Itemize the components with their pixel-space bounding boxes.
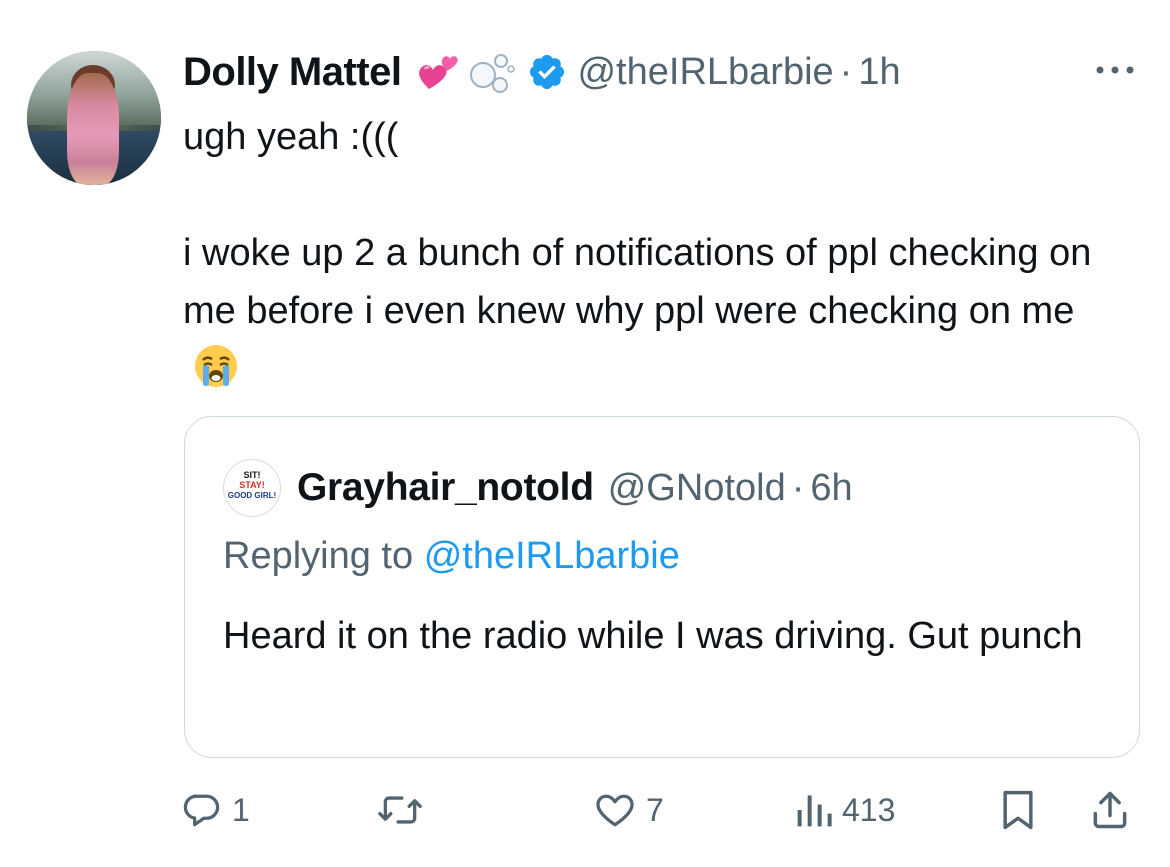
replying-to-prefix: Replying to [223, 535, 414, 577]
quoted-tweet-card[interactable]: SIT! STAY! GOOD GIRL! Grayhair_notold @G… [184, 416, 1140, 758]
quoted-author-display-name[interactable]: Grayhair_notold [297, 466, 594, 510]
loudly-crying-face-emoji-icon [193, 343, 239, 389]
heart-icon [596, 794, 634, 827]
author-avatar[interactable] [27, 51, 161, 185]
retweet-icon [378, 796, 422, 824]
quoted-author-avatar[interactable]: SIT! STAY! GOOD GIRL! [223, 459, 281, 517]
quoted-author-handle[interactable]: @GNotold [608, 467, 786, 510]
verified-badge-icon[interactable] [527, 52, 567, 92]
quoted-tweet-text: Heard it on the radio while I was drivin… [223, 615, 1083, 657]
quoted-replying-to: Replying to @theIRLbarbie [223, 535, 680, 578]
tweet-action-bar: 1 7 413 [180, 780, 1140, 840]
bookmark-button[interactable] [998, 780, 1038, 840]
like-count: 7 [646, 791, 664, 828]
quoted-tweet-header: Grayhair_notold @GNotold · 6h [297, 459, 853, 517]
reply-icon [183, 794, 220, 827]
bookmark-icon [1003, 790, 1033, 830]
reply-button[interactable]: 1 [180, 780, 250, 840]
views-count: 413 [842, 791, 896, 828]
retweet-button[interactable] [376, 780, 432, 840]
like-button[interactable]: 7 [592, 780, 664, 840]
bubbles-emoji-icon [467, 49, 517, 95]
tweet-text-paragraph-2: i woke up 2 a bunch of notifications of … [183, 224, 1103, 398]
tweet-text-line-2: i woke up 2 a bunch of notifications of … [183, 232, 1092, 332]
replying-to-mention-link[interactable]: @theIRLbarbie [424, 535, 680, 577]
quoted-avatar-line-1: SIT! [244, 470, 261, 480]
quoted-header-separator: · [791, 466, 805, 509]
tweet-header: Dolly Mattel @theIRLbarbie · 1h [183, 44, 901, 100]
more-options-button[interactable] [1090, 52, 1140, 88]
tweet-text-line-1: ugh yeah :((( [183, 116, 399, 158]
share-button[interactable] [1088, 780, 1132, 840]
quoted-avatar-line-2: STAY! [239, 480, 265, 490]
reply-count: 1 [232, 791, 250, 828]
tweet-time[interactable]: 1h [858, 51, 900, 94]
author-handle[interactable]: @theIRLbarbie [577, 51, 833, 94]
avatar-figure [67, 73, 119, 185]
quoted-avatar-line-3: GOOD GIRL! [228, 491, 276, 500]
more-dots-icon [1096, 66, 1134, 74]
quoted-tweet-time[interactable]: 6h [810, 467, 852, 510]
views-bar-chart-icon [797, 795, 832, 827]
tweet-text-spacer [183, 166, 1103, 224]
share-icon [1093, 791, 1127, 829]
tweet-text: ugh yeah :((( i woke up 2 a bunch of not… [183, 108, 1103, 398]
tweet[interactable]: Dolly Mattel @theIRLbarbie · 1h ugh yeah… [0, 0, 1170, 867]
author-display-name[interactable]: Dolly Mattel [183, 50, 402, 95]
views-button[interactable]: 413 [794, 780, 895, 840]
header-separator: · [839, 50, 853, 93]
two-hearts-emoji-icon [415, 49, 461, 95]
